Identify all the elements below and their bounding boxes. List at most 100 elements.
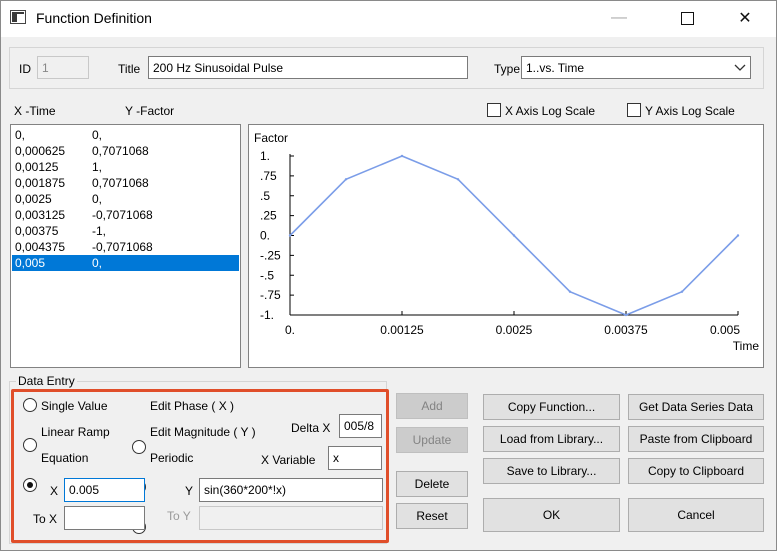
- list-item[interactable]: 0,004375 -0,7071068: [12, 239, 239, 255]
- list-item[interactable]: 0,0025 0,: [12, 191, 239, 207]
- data-point: [456, 178, 460, 181]
- radio-periodic-label: Periodic: [150, 451, 194, 465]
- radio-single-value-label: Single Value: [41, 399, 108, 413]
- list-item-y: 1,: [92, 160, 103, 174]
- list-item[interactable]: 0, 0,: [12, 127, 239, 143]
- x-log-label: X Axis Log Scale: [505, 104, 596, 118]
- app-icon: [10, 10, 26, 24]
- close-button[interactable]: ✕: [722, 2, 768, 34]
- column-header-x: X -Time: [14, 104, 56, 118]
- x-value-label: X: [50, 484, 59, 498]
- list-item[interactable]: 0,00375 -1,: [12, 223, 239, 239]
- x-value-field[interactable]: 0.005: [64, 478, 145, 502]
- list-item-y: 0,7071068: [92, 144, 149, 158]
- radio-equation-label: Equation: [41, 451, 89, 465]
- save-to-library-button[interactable]: Save to Library...: [483, 458, 620, 484]
- radio-linear-ramp-label: Linear Ramp: [41, 425, 110, 439]
- delta-x-field[interactable]: 005/8: [339, 414, 382, 438]
- type-label: Type: [494, 62, 521, 76]
- load-from-library-button[interactable]: Load from Library...: [483, 426, 620, 452]
- x-variable-field[interactable]: x: [328, 446, 382, 470]
- copy-function-button[interactable]: Copy Function...: [483, 394, 620, 420]
- y-value-label: Y: [185, 484, 194, 498]
- list-item[interactable]: 0,005 0,: [12, 255, 239, 271]
- close-icon: ✕: [738, 10, 752, 27]
- copy-to-clipboard-button[interactable]: Copy to Clipboard: [628, 458, 764, 484]
- delete-button[interactable]: Delete: [396, 471, 468, 497]
- list-item-y: -0,7071068: [92, 208, 153, 222]
- to-x-field[interactable]: [64, 506, 145, 530]
- title-field[interactable]: 200 Hz Sinusoidal Pulse: [148, 56, 468, 79]
- y-tick-label: 0.: [260, 229, 270, 243]
- chart-svg: Factor 1. .75 .5 .25 0. -.25 -.5 -.75 -1. 0. 0.0012…: [254, 131, 760, 353]
- function-chart: Factor 1. .75 .5 .25 0. -.25 -.5 -.75 -1. 0. 0.0012…: [248, 124, 764, 368]
- maximize-button[interactable]: [664, 2, 710, 34]
- add-button[interactable]: Add: [396, 393, 468, 419]
- y-tick-label: -.25: [260, 248, 281, 262]
- radio-edit-magnitude-label: Edit Magnitude ( Y ): [150, 425, 256, 439]
- list-item-y: -0,7071068: [92, 240, 153, 254]
- x-tick-label: 0.0025: [496, 323, 533, 337]
- y-tick-label: 1.: [260, 149, 270, 163]
- data-point: [568, 290, 572, 293]
- y-axis-title: Factor: [254, 131, 288, 145]
- list-item-x: 0,001875: [15, 176, 66, 190]
- type-select-value: 1..vs. Time: [526, 60, 585, 75]
- list-item-x: 0,00375: [15, 224, 59, 238]
- x-tick-label: 0.005: [710, 323, 740, 337]
- type-select[interactable]: 1..vs. Time: [521, 56, 751, 79]
- data-point-list[interactable]: 0, 0, 0,000625 0,7071068 0,00125 1, 0,001875 0,…: [10, 124, 241, 368]
- list-item-x: 0,00125: [15, 160, 59, 174]
- radio-edit-phase[interactable]: [132, 440, 146, 454]
- list-item[interactable]: 0,000625 0,7071068: [12, 143, 239, 159]
- paste-from-clipboard-button[interactable]: Paste from Clipboard: [628, 426, 764, 452]
- radio-single-value[interactable]: [23, 398, 37, 412]
- y-tick-label: -.75: [260, 288, 281, 302]
- list-item-y: -1,: [92, 224, 107, 238]
- y-log-checkbox[interactable]: [627, 103, 641, 117]
- list-item[interactable]: 0,003125 -0,7071068: [12, 207, 239, 223]
- y-value-field[interactable]: sin(360*200*!x): [199, 478, 383, 502]
- x-variable-label: X Variable: [261, 453, 316, 467]
- x-axis-title: Time: [733, 339, 760, 353]
- radio-equation[interactable]: [23, 478, 37, 492]
- data-point: [512, 234, 516, 237]
- update-button[interactable]: Update: [396, 427, 468, 453]
- window-title: Function Definition: [36, 10, 152, 26]
- list-item-y: 0,: [92, 128, 103, 142]
- id-field: 1: [37, 56, 89, 79]
- list-item[interactable]: 0,001875 0,7071068: [12, 175, 239, 191]
- x-tick-label: 0.00125: [380, 323, 424, 337]
- to-x-label: To X: [33, 512, 58, 526]
- data-point: [736, 234, 740, 237]
- radio-linear-ramp[interactable]: [23, 438, 37, 452]
- minimize-icon: —: [611, 9, 627, 26]
- data-entry-label: Data Entry: [16, 374, 77, 388]
- reset-button[interactable]: Reset: [396, 503, 468, 529]
- list-item-x: 0,000625: [15, 144, 66, 158]
- data-point: [344, 178, 348, 181]
- list-item-x: 0,0025: [15, 192, 52, 206]
- y-tick-label: .75: [260, 169, 277, 183]
- list-item-x: 0,005: [15, 256, 46, 270]
- y-tick-label: .25: [260, 209, 277, 223]
- data-point: [288, 234, 292, 237]
- list-item-y: 0,: [92, 192, 103, 206]
- list-item[interactable]: 0,00125 1,: [12, 159, 239, 175]
- y-log-label: Y Axis Log Scale: [645, 104, 735, 118]
- radio-edit-phase-label: Edit Phase ( X ): [150, 399, 235, 413]
- list-item-x: 0,: [15, 128, 26, 142]
- data-point: [624, 313, 628, 317]
- minimize-button[interactable]: —: [596, 2, 642, 34]
- to-y-field: [199, 506, 383, 530]
- list-item-y: 0,7071068: [92, 176, 149, 190]
- data-point: [400, 154, 404, 158]
- maximize-icon: [680, 11, 694, 25]
- chevron-down-icon: [734, 64, 746, 71]
- y-tick-label: -1.: [260, 308, 274, 322]
- cancel-button[interactable]: Cancel: [628, 498, 764, 532]
- ok-button[interactable]: OK: [483, 498, 620, 532]
- x-log-checkbox[interactable]: [487, 103, 501, 117]
- x-tick-label: 0.00375: [604, 323, 648, 337]
- get-data-series-button[interactable]: Get Data Series Data: [628, 394, 764, 420]
